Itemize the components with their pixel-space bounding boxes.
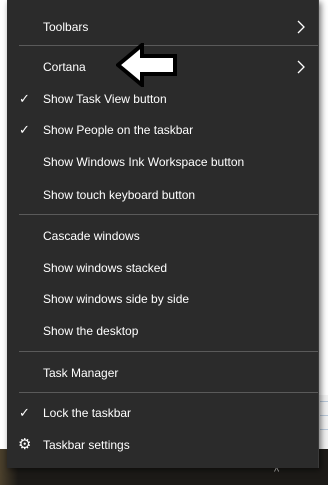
menu-item-label: Toolbars [43, 20, 89, 34]
check-icon: ✓ [19, 91, 30, 106]
menu-item-show-windows-side-by-side[interactable]: Show windows side by side [7, 283, 318, 315]
menu-item-task-manager[interactable]: Task Manager [7, 357, 318, 389]
menu-separator [19, 214, 318, 215]
menu-separator [19, 351, 318, 352]
menu-item-label: Cortana [43, 60, 86, 74]
menu-item-label: Lock the taskbar [43, 406, 132, 420]
menu-item-show-windows-stacked[interactable]: Show windows stacked [7, 252, 318, 284]
menu-item-taskbar-settings[interactable]: ⚙ Taskbar settings [7, 429, 318, 461]
gear-icon: ⚙ [18, 436, 32, 453]
menu-item-label: Show the desktop [43, 324, 139, 338]
menu-item-label: Cascade windows [43, 229, 140, 243]
menu-item-show-task-view[interactable]: ✓ Show Task View button [7, 83, 318, 115]
menu-item-lock-taskbar[interactable]: ✓ Lock the taskbar [7, 397, 318, 429]
menu-item-label: Show windows stacked [43, 261, 168, 275]
menu-item-show-ink-workspace[interactable]: Show Windows Ink Workspace button [7, 146, 318, 178]
menu-item-show-touch-keyboard[interactable]: Show touch keyboard button [7, 179, 318, 211]
chevron-right-icon [297, 60, 305, 74]
menu-item-cascade-windows[interactable]: Cascade windows [7, 220, 318, 252]
menu-item-label: Show touch keyboard button [43, 188, 196, 202]
menu-item-show-desktop[interactable]: Show the desktop [7, 315, 318, 347]
screenshot-stage: ^ Toolbars Cortana ✓ Show Task View butt… [0, 0, 328, 485]
menu-item-toolbars[interactable]: Toolbars [7, 11, 318, 43]
menu-separator [19, 392, 318, 393]
menu-item-label: Taskbar settings [43, 438, 130, 452]
pointing-arrow-icon [116, 43, 177, 87]
chevron-right-icon [297, 20, 305, 34]
menu-item-show-people[interactable]: ✓ Show People on the taskbar [7, 114, 318, 146]
background-window-edge [318, 395, 328, 449]
check-icon: ✓ [19, 405, 30, 420]
menu-item-label: Show windows side by side [43, 292, 190, 306]
menu-item-label: Task Manager [43, 366, 119, 380]
check-icon: ✓ [19, 122, 30, 137]
menu-item-label: Show Task View button [43, 92, 167, 106]
menu-item-label: Show Windows Ink Workspace button [43, 155, 245, 169]
menu-item-label: Show People on the taskbar [43, 123, 194, 137]
